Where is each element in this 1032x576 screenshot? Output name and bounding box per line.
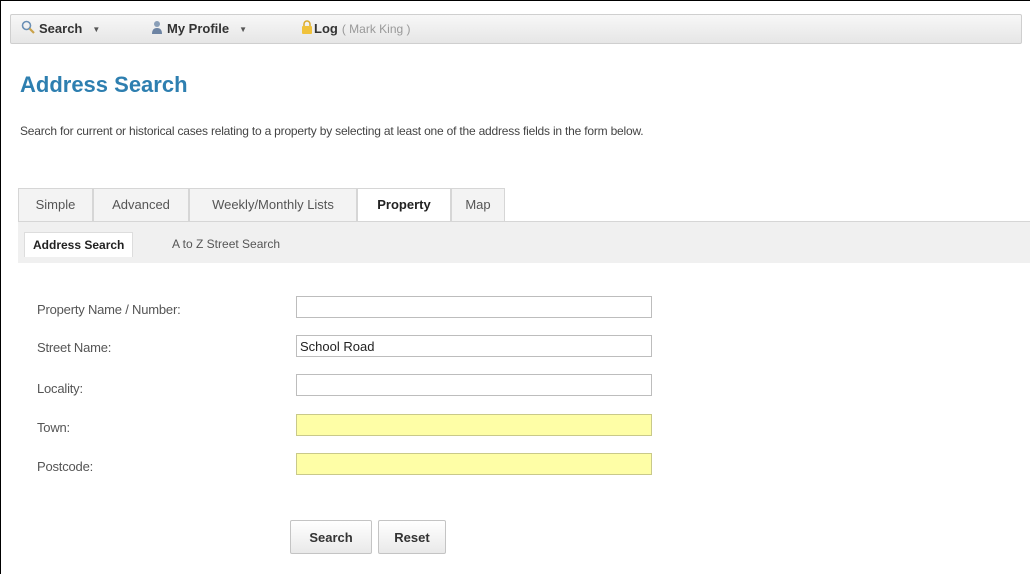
top-toolbar: Search ▼ My Profile ▼ Log( Mark King ): [10, 14, 1022, 44]
tab-property[interactable]: Property: [357, 188, 451, 222]
my-profile-label: My Profile: [167, 21, 230, 36]
locality-input[interactable]: [296, 374, 652, 396]
search-menu[interactable]: Search ▼: [21, 15, 100, 43]
reset-button[interactable]: Reset: [378, 520, 446, 554]
town-label: Town:: [37, 420, 70, 435]
log-menu[interactable]: Log( Mark King ): [301, 15, 411, 43]
intro-text: Search for current or historical cases r…: [20, 124, 644, 138]
postcode-label: Postcode:: [37, 459, 94, 474]
search-menu-label: Search: [39, 21, 83, 36]
search-button[interactable]: Search: [290, 520, 372, 554]
log-label: Log: [314, 21, 338, 36]
property-name-input[interactable]: [296, 296, 652, 318]
tab-advanced[interactable]: Advanced: [93, 188, 189, 221]
user-icon: [151, 16, 163, 44]
lock-icon: [301, 16, 313, 44]
tab-simple[interactable]: Simple: [18, 188, 93, 221]
subtab-a-to-z-street-search[interactable]: A to Z Street Search: [172, 232, 280, 256]
postcode-input[interactable]: [296, 453, 652, 475]
street-name-label: Street Name:: [37, 340, 112, 355]
locality-label: Locality:: [37, 381, 83, 396]
my-profile-menu[interactable]: My Profile ▼: [151, 15, 247, 43]
page-title: Address Search: [20, 72, 188, 97]
address-search-form: Property Name / Number: Street Name: Loc…: [18, 263, 1030, 574]
subtab-address-search[interactable]: Address Search: [24, 232, 134, 257]
user-name: ( Mark King ): [341, 22, 411, 36]
tab-weekly-monthly-lists[interactable]: Weekly/Monthly Lists: [189, 188, 357, 221]
street-name-input[interactable]: [296, 335, 652, 357]
tab-map[interactable]: Map: [451, 188, 505, 221]
chevron-down-icon: ▼: [239, 24, 248, 34]
chevron-down-icon: ▼: [92, 24, 101, 34]
property-name-label: Property Name / Number:: [37, 302, 181, 317]
subtab-bar: Address Search A to Z Street Search: [18, 221, 1030, 264]
town-input[interactable]: [296, 414, 652, 436]
search-icon: [21, 16, 35, 44]
